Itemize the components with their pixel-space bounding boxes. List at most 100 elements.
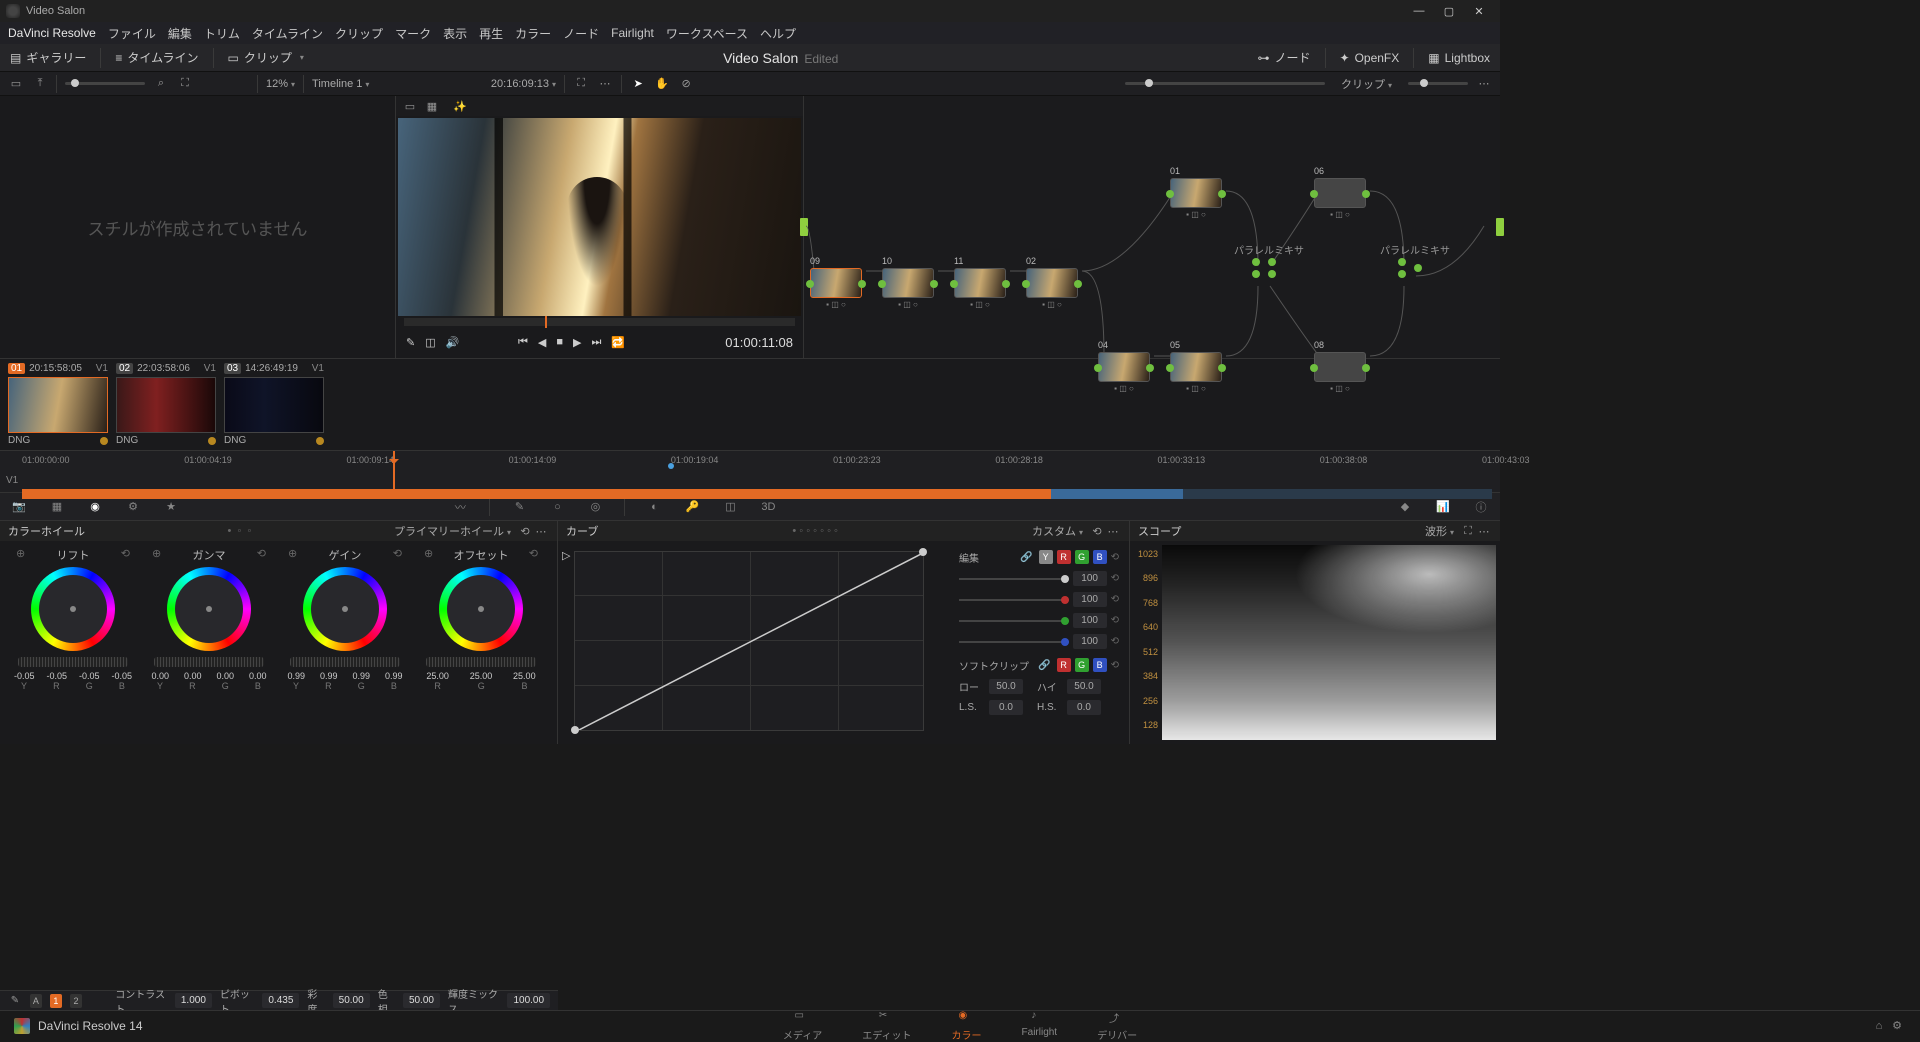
node-11[interactable]: 11▪ ◫ ○ bbox=[954, 256, 1006, 309]
page-tab-Fairlight[interactable]: ♪Fairlight bbox=[1022, 1010, 1058, 1042]
link-icon[interactable]: 🔗 bbox=[1019, 549, 1035, 565]
audio-icon[interactable]: 🔊 bbox=[446, 336, 460, 349]
motion-icon[interactable]: ★ bbox=[162, 498, 180, 516]
viewer-mode2-icon[interactable]: ▦ bbox=[424, 98, 440, 114]
clip-02[interactable]: 0222:03:58:06V1DNG bbox=[116, 359, 216, 450]
tracker-icon[interactable]: ◎ bbox=[586, 498, 604, 516]
node-04[interactable]: 04▪ ◫ ○ bbox=[1098, 340, 1150, 393]
pivot-field[interactable]: 0.435 bbox=[262, 993, 299, 1008]
node-more-icon[interactable]: ⋯ bbox=[1476, 76, 1492, 92]
playhead[interactable] bbox=[393, 451, 395, 493]
gallery-toggle[interactable]: ▤ギャラリー bbox=[10, 49, 86, 66]
hue-field[interactable]: 50.00 bbox=[403, 993, 440, 1008]
rgb-mixer-icon[interactable]: ⚙ bbox=[124, 498, 142, 516]
parallel-mixer-2[interactable]: パラレルミキサ bbox=[1398, 256, 1422, 280]
page-tab-カラー[interactable]: ◉カラー bbox=[952, 1010, 982, 1042]
color-wheels-icon[interactable]: ◉ bbox=[86, 498, 104, 516]
expand-icon[interactable]: ⛶ bbox=[573, 76, 589, 92]
timeline-toggle[interactable]: ≡タイムライン bbox=[115, 49, 198, 66]
curve-mode-dropdown[interactable]: カスタム bbox=[1032, 523, 1083, 539]
key-icon[interactable]: 🔑 bbox=[683, 498, 701, 516]
node-zoom-slider[interactable] bbox=[1125, 82, 1325, 85]
scope-more-icon[interactable]: ⋯ bbox=[1476, 523, 1492, 539]
picker-icon[interactable]: ✎ bbox=[406, 336, 415, 349]
menu-mark[interactable]: マーク bbox=[395, 25, 431, 42]
menu-playback[interactable]: 再生 bbox=[479, 25, 503, 42]
menu-node[interactable]: ノード bbox=[563, 25, 599, 42]
link-icon[interactable]: 🔗 bbox=[1037, 657, 1053, 673]
split-icon[interactable]: ◫ bbox=[425, 336, 435, 349]
page-tab-デリバー[interactable]: ⤴デリバー bbox=[1097, 1010, 1137, 1042]
color-wheel-3[interactable]: ⊕オフセット⟲25.0025.0025.00RGB bbox=[416, 547, 546, 691]
viewer-wand-icon[interactable]: ✨ bbox=[452, 98, 468, 114]
clips-toggle[interactable]: ▭クリップ bbox=[228, 49, 304, 66]
node-06[interactable]: 06▪ ◫ ○ bbox=[1314, 166, 1366, 219]
channel-r-button[interactable]: R bbox=[1057, 550, 1071, 564]
minimize-button[interactable]: — bbox=[1404, 0, 1434, 22]
viewer-mode1-icon[interactable]: ▭ bbox=[402, 98, 418, 114]
export-icon[interactable]: ⤒ bbox=[32, 76, 48, 92]
curve-reset-icon[interactable]: ⟲ bbox=[1089, 523, 1105, 539]
channel-g-button[interactable]: G bbox=[1075, 550, 1089, 564]
softclip-b-button[interactable]: B bbox=[1093, 658, 1107, 672]
more-icon[interactable]: ⋯ bbox=[597, 76, 613, 92]
parallel-mixer-1[interactable]: パラレルミキサ bbox=[1252, 256, 1276, 280]
camera-raw-icon[interactable]: 📷 bbox=[10, 498, 28, 516]
disable-icon[interactable]: ⊘ bbox=[678, 76, 694, 92]
loop-icon[interactable]: 🔁 bbox=[611, 336, 625, 349]
node-09[interactable]: 09▪ ◫ ○ bbox=[810, 256, 862, 309]
wheel-reset-icon[interactable]: ⟲ bbox=[517, 523, 533, 539]
auto-a-button[interactable]: A bbox=[30, 994, 42, 1008]
search-icon[interactable]: ⌕ bbox=[153, 76, 169, 92]
scope-mode-dropdown[interactable]: 波形 bbox=[1425, 523, 1454, 539]
curve-tri-icon[interactable]: ▷ bbox=[562, 549, 570, 562]
intensity-g-slider[interactable] bbox=[959, 620, 1069, 622]
color-wheel-1[interactable]: ⊕ガンマ⟲0.000.000.000.00YRGB bbox=[144, 547, 274, 691]
menu-workspace[interactable]: ワークスペース bbox=[666, 25, 748, 42]
menu-color[interactable]: カラー bbox=[515, 25, 551, 42]
clip-01[interactable]: 0120:15:58:05V1DNG bbox=[8, 359, 108, 450]
keyframe-icon[interactable]: ◆ bbox=[1396, 498, 1414, 516]
node-zoom-slider-2[interactable] bbox=[1408, 82, 1468, 85]
curve-graph[interactable]: ▷ bbox=[558, 541, 949, 744]
node-output[interactable] bbox=[1496, 218, 1504, 236]
menu-view[interactable]: 表示 bbox=[443, 25, 467, 42]
viewer-zoom[interactable]: 12% bbox=[266, 78, 295, 90]
selection-tool-icon[interactable]: ➤ bbox=[630, 76, 646, 92]
reset-icon[interactable]: ⟲ bbox=[1111, 615, 1119, 626]
scopes-icon[interactable]: 📊 bbox=[1434, 498, 1452, 516]
intensity-y-slider[interactable] bbox=[959, 578, 1069, 580]
stop-icon[interactable]: ■ bbox=[556, 336, 563, 348]
sizing-icon[interactable]: ◫ bbox=[721, 498, 739, 516]
node-editor[interactable]: 01▪ ◫ ○06▪ ◫ ○09▪ ◫ ○10▪ ◫ ○11▪ ◫ ○02▪ ◫… bbox=[804, 96, 1500, 358]
first-frame-icon[interactable]: ⏮ bbox=[518, 336, 528, 349]
reset-icon[interactable]: ⟲ bbox=[1111, 594, 1119, 605]
viewer-timecode[interactable]: 20:16:09:13 bbox=[491, 78, 556, 90]
blur-icon[interactable]: ◐ bbox=[645, 498, 663, 516]
mini-timeline[interactable]: 01:00:00:0001:00:04:1901:00:09:1401:00:1… bbox=[0, 450, 1500, 492]
curves-icon[interactable]: 〰 bbox=[451, 498, 469, 516]
fit-icon[interactable]: ⛶ bbox=[177, 76, 193, 92]
node-filter[interactable]: クリップ bbox=[1341, 76, 1392, 92]
softclip-g-button[interactable]: G bbox=[1075, 658, 1089, 672]
page-tab-エディット[interactable]: ✂エディット bbox=[862, 1010, 911, 1042]
page-2-button[interactable]: 2 bbox=[70, 994, 82, 1008]
waveform-scope[interactable] bbox=[1162, 545, 1496, 740]
viewer-scrub[interactable] bbox=[404, 318, 795, 326]
curve-more-icon[interactable]: ⋯ bbox=[1105, 523, 1121, 539]
panel-icon[interactable]: ▭ bbox=[8, 76, 24, 92]
node-source[interactable] bbox=[800, 218, 808, 236]
menu-timeline[interactable]: タイムライン bbox=[252, 25, 323, 42]
zoom-slider[interactable] bbox=[65, 82, 145, 85]
hand-tool-icon[interactable]: ✋ bbox=[654, 76, 670, 92]
node-08[interactable]: 08▪ ◫ ○ bbox=[1314, 340, 1366, 393]
marker-icon[interactable] bbox=[668, 463, 674, 469]
intensity-r-slider[interactable] bbox=[959, 599, 1069, 601]
color-match-icon[interactable]: ▦ bbox=[48, 498, 66, 516]
page-tab-メディア[interactable]: ▭メディア bbox=[783, 1010, 822, 1042]
menu-edit[interactable]: 編集 bbox=[168, 25, 192, 42]
menu-trim[interactable]: トリム bbox=[204, 25, 240, 42]
home-icon[interactable]: ⌂ bbox=[1870, 1017, 1888, 1035]
stereo-icon[interactable]: 3D bbox=[759, 498, 777, 516]
wheel-more-icon[interactable]: ⋯ bbox=[533, 523, 549, 539]
